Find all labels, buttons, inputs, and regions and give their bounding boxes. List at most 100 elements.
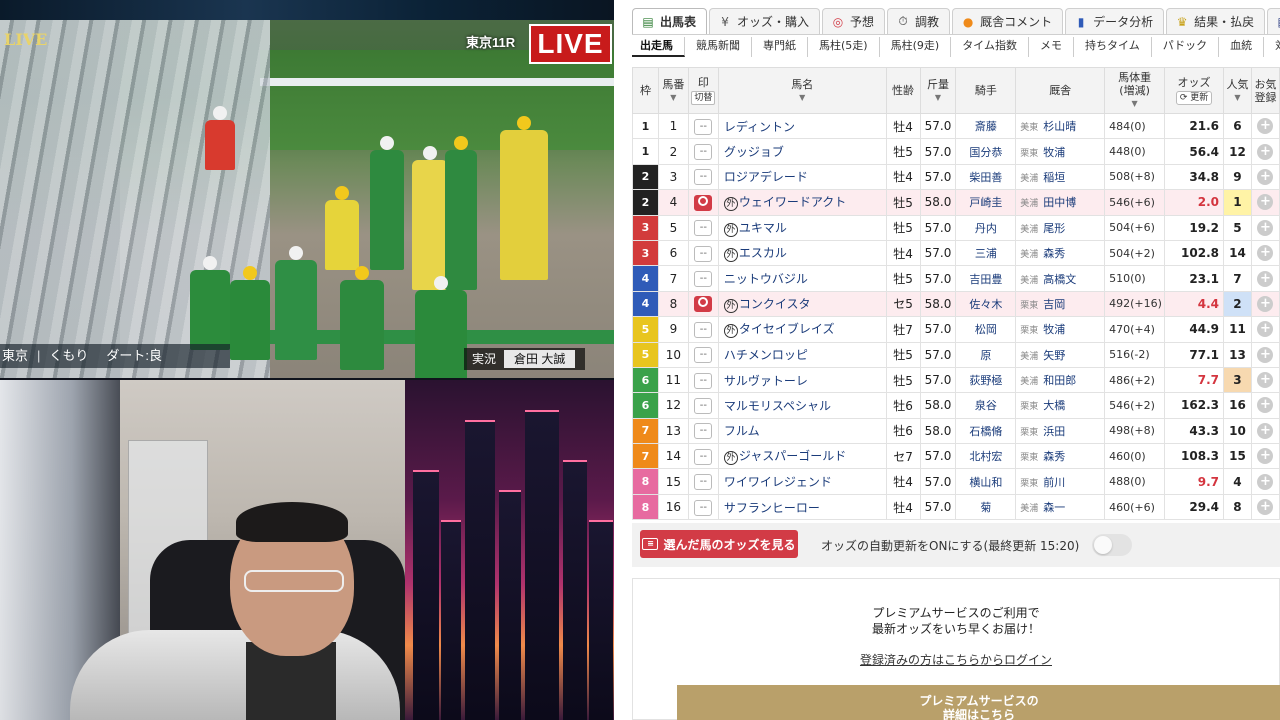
add-favorite-icon[interactable]: + bbox=[1257, 219, 1274, 236]
favorite-cell[interactable]: + bbox=[1250, 316, 1280, 343]
horse-name-link[interactable]: ニットウバジル bbox=[724, 272, 808, 286]
mark-select[interactable]: -- bbox=[694, 397, 713, 414]
subtab-11[interactable]: 対戦表 bbox=[1264, 37, 1280, 57]
add-favorite-icon[interactable]: + bbox=[1257, 448, 1274, 465]
tab-5[interactable]: ● 厩舎コメント bbox=[952, 8, 1064, 34]
subtab-8[interactable]: 持ちタイム bbox=[1074, 37, 1152, 57]
mark-select[interactable]: -- bbox=[694, 372, 713, 389]
tab-3[interactable]: ◎ 予想 bbox=[822, 8, 886, 34]
trainer-link[interactable]: 田中博 bbox=[1043, 196, 1076, 209]
trainer-cell[interactable]: 美浦 森一 bbox=[1015, 493, 1106, 521]
header-weight[interactable]: 斤量 ▼ bbox=[919, 67, 957, 114]
mark-cell[interactable] bbox=[687, 189, 719, 216]
mark-select[interactable]: -- bbox=[694, 423, 713, 440]
horse-name-cell[interactable]: グッジョブ bbox=[717, 138, 887, 165]
mark-cell[interactable]: -- bbox=[687, 163, 719, 191]
horse-name-link[interactable]: マルモリスペシャル bbox=[724, 399, 831, 413]
favorite-cell[interactable]: + bbox=[1250, 341, 1280, 368]
favorite-cell[interactable]: + bbox=[1250, 214, 1280, 241]
trainer-cell[interactable]: 美浦 田中博 bbox=[1015, 189, 1106, 216]
mark-select[interactable]: -- bbox=[694, 347, 713, 364]
jockey-link[interactable]: 柴田善 bbox=[955, 163, 1017, 191]
add-favorite-icon[interactable]: + bbox=[1257, 168, 1274, 185]
table-row[interactable]: 1 2 -- グッジョブ 牡5 57.0 国分恭 栗東 牧浦 448(0) 56.4 12 + bbox=[632, 138, 1280, 165]
trainer-cell[interactable]: 美浦 森秀 bbox=[1015, 239, 1106, 267]
horse-name-cell[interactable]: サフランヒーロー bbox=[717, 493, 887, 521]
subtab-9[interactable]: パドック bbox=[1152, 37, 1220, 57]
table-row[interactable]: 4 8 外コンクイスタ セ5 58.0 佐々木 栗東 吉岡 492(+16) 4.4 2 + bbox=[632, 290, 1280, 318]
trainer-link[interactable]: 森秀 bbox=[1043, 247, 1065, 260]
mark-select[interactable]: -- bbox=[694, 220, 713, 237]
odds-update-button[interactable]: ⟳ 更新 bbox=[1175, 91, 1213, 105]
trainer-cell[interactable]: 美浦 和田郎 bbox=[1015, 366, 1106, 394]
mark-cell[interactable]: -- bbox=[687, 366, 719, 394]
trainer-cell[interactable]: 栗東 牧浦 bbox=[1015, 138, 1106, 165]
favorite-cell[interactable]: + bbox=[1250, 138, 1280, 165]
tab-2[interactable]: ¥ オッズ・購入 bbox=[709, 8, 821, 34]
horse-name-link[interactable]: ロジアデレード bbox=[724, 170, 808, 184]
table-row[interactable]: 8 15 -- ワイワイレジェンド 牡4 57.0 横山和 栗東 前川 488(0) 9.7 4 + bbox=[632, 468, 1280, 495]
horse-name-cell[interactable]: 外ジャスパーゴールド bbox=[717, 443, 887, 470]
trainer-cell[interactable]: 美浦 稲垣 bbox=[1015, 163, 1106, 191]
horse-name-cell[interactable]: ニットウバジル bbox=[717, 265, 887, 292]
header-horse-name[interactable]: 馬名 ▼ bbox=[717, 67, 887, 114]
trainer-cell[interactable]: 美浦 尾形 bbox=[1015, 214, 1106, 241]
header-bodyweight[interactable]: 馬体重 (増減) ▼ bbox=[1104, 67, 1166, 114]
jockey-link[interactable]: 佐々木 bbox=[955, 290, 1017, 318]
sort-down-icon[interactable]: ▼ bbox=[1224, 91, 1250, 104]
table-row[interactable]: 5 10 -- ハチメンロッピ 牡5 57.0 原美浦 矢野 516(-2) 77.1 13 + bbox=[632, 341, 1280, 368]
table-row[interactable]: 7 14 -- 外ジャスパーゴールド セ7 57.0 北村宏 栗東 森秀 460(0) 108.3 1… bbox=[632, 443, 1280, 470]
view-selected-odds-button[interactable]: ≡ 選んだ馬のオッズを見る bbox=[640, 530, 798, 558]
table-row[interactable]: 6 11 -- サルヴァトーレ 牡5 57.0 荻野極 美浦 和田郎 486(+2) 7.7 3 + bbox=[632, 366, 1280, 394]
jockey-link[interactable]: 原 bbox=[955, 341, 1017, 368]
favorite-cell[interactable]: + bbox=[1250, 392, 1280, 419]
trainer-link[interactable]: 牧浦 bbox=[1043, 146, 1065, 159]
subtab-3[interactable]: 専門紙 bbox=[752, 37, 808, 57]
header-number[interactable]: 馬番 ▼ bbox=[657, 67, 689, 114]
trainer-link[interactable]: 杉山晴 bbox=[1043, 120, 1076, 133]
add-favorite-icon[interactable]: + bbox=[1257, 473, 1274, 490]
mark-select[interactable]: -- bbox=[694, 245, 713, 262]
horse-name-link[interactable]: ジャスパーゴールド bbox=[739, 449, 846, 463]
mark-cell[interactable]: -- bbox=[687, 392, 719, 419]
subtab-6[interactable]: タイム指数 bbox=[951, 37, 1029, 57]
add-favorite-icon[interactable]: + bbox=[1257, 295, 1274, 312]
mark-cell[interactable]: -- bbox=[687, 443, 719, 470]
sort-down-icon[interactable]: ▼ bbox=[1106, 97, 1164, 110]
table-row[interactable]: 3 5 -- 外ユキマル 牡5 57.0 丹内 美浦 尾形 504(+6) 19.2 5 + bbox=[632, 214, 1280, 241]
horse-name-cell[interactable]: ロジアデレード bbox=[717, 163, 887, 191]
trainer-cell[interactable]: 栗東 吉岡 bbox=[1015, 290, 1106, 318]
favorite-cell[interactable]: + bbox=[1250, 366, 1280, 394]
horse-name-cell[interactable]: マルモリスペシャル bbox=[717, 392, 887, 419]
subtab-1[interactable]: 出走馬 bbox=[632, 37, 685, 57]
horse-name-link[interactable]: レディントン bbox=[724, 120, 795, 134]
mark-cell[interactable]: -- bbox=[687, 417, 719, 445]
mark-cell[interactable]: -- bbox=[687, 341, 719, 368]
horse-name-link[interactable]: コンクイスタ bbox=[739, 297, 811, 311]
horse-name-link[interactable]: エスカル bbox=[739, 246, 787, 260]
horse-name-link[interactable]: フルム bbox=[724, 424, 760, 438]
mark-cell[interactable]: -- bbox=[687, 138, 719, 165]
mark-select[interactable]: -- bbox=[694, 144, 713, 161]
trainer-cell[interactable]: 美浦 矢野 bbox=[1015, 341, 1106, 368]
horse-name-link[interactable]: サルヴァトーレ bbox=[724, 374, 808, 388]
horse-name-cell[interactable]: 外ユキマル bbox=[717, 214, 887, 241]
mark-select-circle-icon[interactable] bbox=[694, 296, 713, 313]
trainer-cell[interactable]: 美浦 高橋文 bbox=[1015, 265, 1106, 292]
table-row[interactable]: 2 4 外ウェイワードアクト 牡5 58.0 戸崎圭 美浦 田中博 546(+6) 2.0 1 + bbox=[632, 189, 1280, 216]
trainer-link[interactable]: 尾形 bbox=[1043, 222, 1065, 235]
horse-name-link[interactable]: サフランヒーロー bbox=[724, 501, 820, 515]
mark-cell[interactable]: -- bbox=[687, 265, 719, 292]
table-row[interactable]: 3 6 -- 外エスカル 牡4 57.0 三浦 美浦 森秀 504(+2) 102.8 14 + bbox=[632, 239, 1280, 267]
horse-name-cell[interactable]: 外エスカル bbox=[717, 239, 887, 267]
trainer-cell[interactable]: 栗東 森秀 bbox=[1015, 443, 1106, 470]
add-favorite-icon[interactable]: + bbox=[1257, 194, 1274, 211]
jockey-link[interactable]: 斎藤 bbox=[955, 112, 1017, 140]
table-row[interactable]: 4 7 -- ニットウバジル 牡5 57.0 吉田豊 美浦 高橋文 510(0) 23.1 7 + bbox=[632, 265, 1280, 292]
mark-cell[interactable]: -- bbox=[687, 112, 719, 140]
trainer-link[interactable]: 稲垣 bbox=[1043, 171, 1065, 184]
mark-select-double-circle-icon[interactable] bbox=[694, 194, 713, 211]
tab-6[interactable]: ▮ データ分析 bbox=[1065, 8, 1165, 34]
trainer-link[interactable]: 吉岡 bbox=[1043, 298, 1065, 311]
horse-name-link[interactable]: ユキマル bbox=[739, 221, 787, 235]
